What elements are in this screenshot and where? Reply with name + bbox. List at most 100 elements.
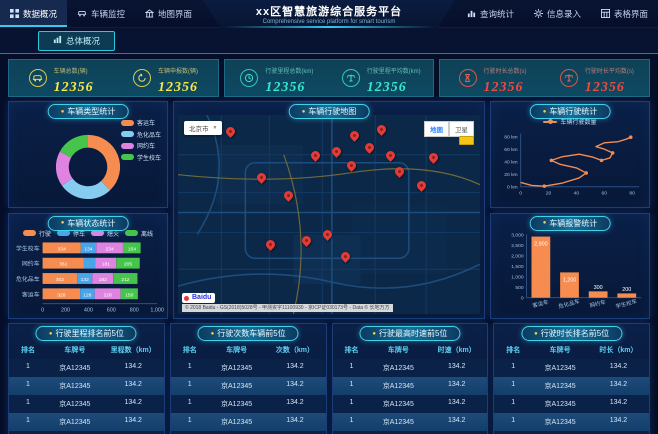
tab-query-stats[interactable]: 查询统计	[457, 0, 524, 27]
table-cell: 京A12345	[382, 401, 414, 408]
tab-vehicle-monitor[interactable]: 车辆监控	[67, 0, 135, 27]
legend-item[interactable]: 网约车	[120, 141, 161, 150]
column-header: 排名	[182, 347, 197, 354]
table-cell: 京A12345	[59, 365, 91, 372]
tab-map-view[interactable]: 地图界面	[135, 0, 202, 27]
svg-text:134: 134	[84, 246, 92, 252]
stat-value: 12356	[158, 80, 199, 95]
baidu-map[interactable]: 北京市 ▼ 地图 卫星 Baidu © 2018 Baidu - GS(2018)…	[178, 115, 480, 314]
panel-title: 车辆类型统计	[67, 107, 116, 116]
legend-item[interactable]: 学生校车	[120, 153, 161, 162]
table-cell: 京A12345	[544, 383, 576, 390]
stat-label: 行驶时长平均数(s)	[584, 69, 634, 75]
table-body: 1 京A12345 134.2 1 京A12345 134.2 1 京A12345 134.2 1…	[170, 359, 326, 434]
city-name: 北京市	[189, 126, 209, 133]
table-cell: 1	[26, 417, 30, 424]
legend-swatch	[125, 230, 139, 236]
stat-value: 12356	[584, 80, 625, 95]
tab-info-entry[interactable]: 信息录入	[524, 0, 591, 27]
gauge-icon: ●	[60, 220, 65, 226]
table-cell: 134.2	[447, 363, 466, 370]
svg-text:500: 500	[515, 285, 523, 291]
top-navigation: 数据概况 车辆监控 地图界面 xx区智慧旅游综合服务平台 Comprehensi…	[0, 0, 658, 28]
legend-label: 学生校车	[136, 155, 161, 162]
panel-vehicle-status: ● 车辆状态统计 行驶 停车 熄火 离线 334 134 234 154 学生校车 361 181 2…	[8, 212, 168, 319]
car-icon	[28, 69, 47, 87]
legend-swatch	[91, 230, 104, 236]
svg-text:154: 154	[128, 246, 136, 252]
panel-title: 行驶最高时速前5位	[378, 329, 448, 338]
panel-trip-count-rank: ● 行驶次数车辆前5位 排名 车牌号 次数（km） 1 京A12345 134.2 1 京…	[169, 323, 327, 434]
stat-card-mileage: 行驶里程总数(km) 12356 行驶里程平均数(km) 12356	[223, 59, 435, 97]
svg-text:1,000: 1,000	[150, 308, 164, 314]
svg-text:200: 200	[622, 287, 631, 293]
sub-navigation: 总体概况	[0, 28, 658, 54]
vehicle-type-legend: 客运车危化品车网约车学生校车	[120, 118, 161, 162]
table-cell: 1	[511, 417, 516, 424]
panel-title-pill: ● 车辆报警统计	[529, 215, 611, 231]
table-row: 1 京A12345 134.2	[494, 359, 649, 377]
legend-swatch	[120, 142, 134, 149]
table-row: 1 京A12345 134.2	[494, 395, 649, 413]
svg-text:600: 600	[107, 308, 116, 314]
table-row: 1 京A12345 134.2	[494, 413, 649, 431]
dot-icon: ●	[210, 330, 215, 337]
stat-cards-row: 车辆总数(辆) 12356 车辆申报数(辆) 12356 行驶里程总数(km) 123…	[8, 59, 651, 97]
svg-text:302: 302	[56, 277, 64, 283]
legend-item[interactable]: 离线	[125, 229, 153, 238]
table-cell: 134.2	[286, 363, 304, 370]
table-header: 排名 车牌号 时长（km）	[494, 341, 649, 359]
svg-text:126: 126	[83, 292, 91, 298]
panel-title-pill: ● 行驶次数车辆前5位	[197, 326, 299, 341]
table-cell: 京A12345	[221, 383, 253, 390]
main-content: ● 车辆类型统计 客运车 危化品车 网约车 学生校车 ● 车辆状态统计 行驶 停车 熄火 离线 …	[8, 101, 650, 319]
svg-text:80: 80	[629, 190, 635, 196]
svg-text:212: 212	[121, 277, 129, 283]
svg-text:危化品车: 危化品车	[16, 275, 40, 283]
svg-text:40: 40	[574, 190, 580, 196]
table-cell: 1	[26, 399, 30, 406]
svg-text:800: 800	[130, 308, 139, 314]
svg-text:205: 205	[124, 262, 132, 268]
table-cell: 1	[511, 363, 516, 370]
query-stats-icon	[467, 9, 476, 18]
tab-data-overview[interactable]: 数据概况	[0, 0, 68, 27]
panel-title-pill: ● 行驶里程排名前5位	[35, 326, 137, 341]
right-tab-group: 查询统计 信息录入 表格界面	[457, 0, 658, 27]
city-selector[interactable]: 北京市 ▼	[184, 121, 223, 135]
stat-vehicle-total: 车辆总数(辆) 12356	[9, 60, 113, 96]
panel-top-speed-rank: ● 行驶最高时速前5位 排名 车牌号 时速（km） 1 京A12345 134.2 1 京…	[331, 323, 489, 434]
tab-overall-overview[interactable]: 总体概况	[38, 30, 116, 51]
column-header: 排名	[344, 347, 359, 354]
map-mode-button[interactable]: 地图	[424, 121, 449, 137]
table-cell: 134.2	[286, 381, 304, 388]
legend-item[interactable]: 行驶	[22, 229, 51, 238]
column-header: 次数（km）	[275, 347, 315, 354]
svg-text:150: 150	[125, 292, 133, 298]
legend-item[interactable]: 危化品车	[120, 130, 161, 139]
table-cell: 京A12345	[59, 383, 91, 390]
table-cell: 京A12345	[382, 419, 414, 426]
table-cell: 134.2	[447, 417, 466, 424]
legend-swatch	[120, 154, 134, 160]
monitor-icon: ●	[60, 108, 65, 115]
table-cell: 1	[511, 399, 516, 406]
tab-label: 数据概况	[23, 8, 58, 19]
traffic-badge[interactable]	[459, 136, 474, 145]
baidu-logo[interactable]: Baidu	[182, 293, 216, 303]
svg-text:20: 20	[546, 190, 552, 196]
chevron-down-icon: ▼	[212, 125, 218, 131]
panel-title-pill: ● 车辆状态统计	[47, 215, 129, 231]
legend-item[interactable]: 客运车	[120, 118, 161, 127]
tab-table-view[interactable]: 表格界面	[591, 0, 658, 27]
satellite-mode-button[interactable]: 卫星	[449, 121, 474, 137]
table-body: 1 京A12345 134.2 1 京A12345 134.2 1 京A12345 134.2 1…	[494, 359, 649, 434]
panel-vehicle-driving: ● 车辆行驶统计 车辆行驶数量 0 km 20 km 40 km 60 km 80 km 0…	[490, 101, 650, 208]
table-cell: 京A12345	[221, 401, 253, 408]
panel-duration-rank: ● 行驶时长排名前5位 排名 车牌号 时长（km） 1 京A12345 134.2 1 京…	[493, 323, 650, 434]
table-cell: 134.2	[447, 381, 466, 388]
page-title-block: xx区智慧旅游综合服务平台 Comprehensive service plat…	[203, 0, 455, 28]
table-cell: 京A12345	[544, 419, 576, 426]
table-header: 排名 车牌号 时速（km）	[333, 341, 488, 359]
svg-text:182: 182	[99, 277, 107, 283]
